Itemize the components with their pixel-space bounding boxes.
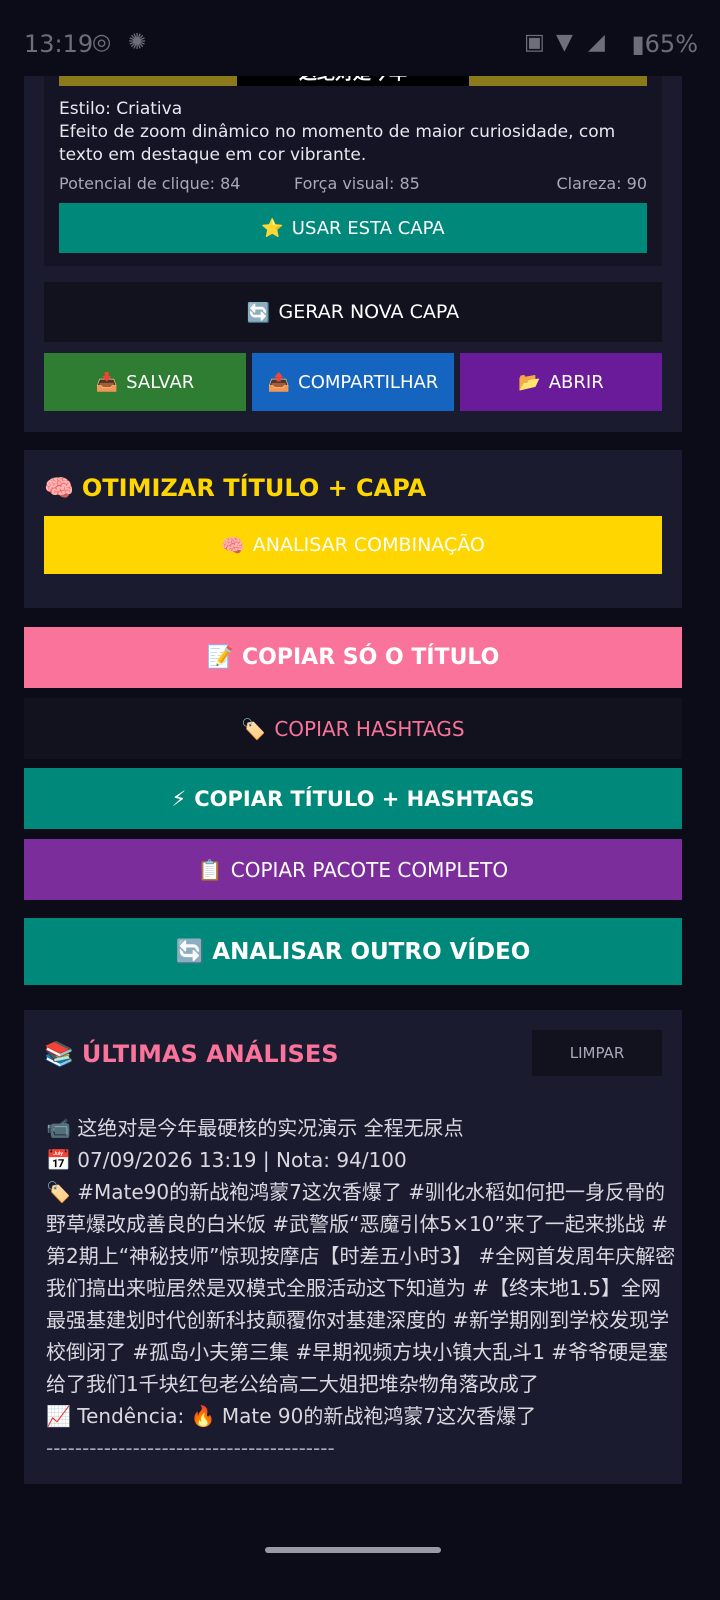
history-title: 📚 ÚLTIMAS ANÁLISES xyxy=(44,1040,339,1068)
copy-title-hashtags-button[interactable]: ⚡ COPIAR TÍTULO + HASHTAGS xyxy=(24,768,682,829)
wifi-icon: ▼ xyxy=(556,30,573,55)
bug-icon: ✺ xyxy=(128,30,147,55)
history-date-score: 📅 07/09/2026 13:19 | Nota: 94/100 xyxy=(46,1148,407,1172)
save-button[interactable]: 📥 SALVAR xyxy=(44,353,246,411)
optimize-section: 🧠 OTIMIZAR TÍTULO + CAPA 🧠 ANALISAR COMBIN… xyxy=(24,450,682,608)
thumbnail-text: 这绝对是今年 xyxy=(237,76,469,86)
analyze-combination-button[interactable]: 🧠 ANALISAR COMBINAÇÃO xyxy=(44,516,662,574)
generate-cover-button[interactable]: 🔄 GERAR NOVA CAPA xyxy=(44,282,662,342)
refresh-icon: 🔄 xyxy=(246,301,271,324)
memo-icon: 📝 xyxy=(206,645,235,670)
cover-style-label: Estilo: Criativa xyxy=(59,99,183,119)
video-camera-icon: 📹 xyxy=(46,1116,71,1140)
share-button[interactable]: 📤 COMPARTILHAR xyxy=(252,353,454,411)
status-bar: 13:19 ◎ ✺ ▣ ▼ ◢ ▮65% xyxy=(0,0,720,86)
copy-hashtags-button[interactable]: 🏷️ COPIAR HASHTAGS xyxy=(24,698,682,759)
history-trend: 📈 Tendência: 🔥 Mate 90的新战袍鸿蒙7这次香爆了 xyxy=(46,1404,537,1428)
history-separator: ---------------------------------------- xyxy=(46,1436,335,1460)
clear-history-button[interactable]: LIMPAR xyxy=(532,1030,662,1076)
clarity-score: Clareza: 90 xyxy=(556,174,647,193)
copy-title-button[interactable]: 📝 COPIAR SÓ O TÍTULO xyxy=(24,627,682,688)
whatsapp-icon: ◎ xyxy=(92,30,112,55)
optimize-title: 🧠 OTIMIZAR TÍTULO + CAPA xyxy=(44,474,427,502)
history-video-title: 📹 这绝对是今年最硬核的实况演示 全程无尿点 xyxy=(46,1116,464,1140)
gesture-bar[interactable] xyxy=(265,1547,441,1553)
star-icon: ⭐ xyxy=(261,217,284,239)
label-tag-icon: 🏷️ xyxy=(241,716,267,741)
open-button[interactable]: 📂 ABRIR xyxy=(460,353,662,411)
clock: 13:19 xyxy=(24,30,94,58)
battery-indicator: ▮65% xyxy=(631,30,698,58)
signal-icon: ◢ xyxy=(588,30,605,55)
history-hashtags: 🏷️ #Mate90的新战袍鸿蒙7这次香爆了 #驯化水稻如何把一身反骨的野草爆改… xyxy=(46,1180,676,1396)
cover-thumbnail[interactable]: 这绝对是今年 xyxy=(59,76,647,86)
brain-icon: 🧠 xyxy=(44,474,74,502)
inbox-tray-icon: 📥 xyxy=(95,371,119,393)
clipboard-icon: 📋 xyxy=(197,857,223,882)
label-tag-icon: 🏷️ xyxy=(46,1180,71,1204)
outbox-tray-icon: 📤 xyxy=(267,371,291,393)
visual-strength: Força visual: 85 xyxy=(294,174,420,193)
copy-full-package-button[interactable]: 📋 COPIAR PACOTE COMPLETO xyxy=(24,839,682,900)
refresh-icon: 🔄 xyxy=(175,939,205,965)
lightning-icon: ⚡ xyxy=(171,786,187,811)
nfc-icon: ▣ xyxy=(524,30,545,55)
brain-icon: 🧠 xyxy=(221,534,245,557)
cover-description: Efeito de zoom dinâmico no momento de ma… xyxy=(59,122,616,165)
use-cover-button[interactable]: ⭐ USAR ESTA CAPA xyxy=(59,203,647,253)
analyze-other-video-button[interactable]: 🔄 ANALISAR OUTRO VÍDEO xyxy=(24,918,682,985)
history-entry: 📹 这绝对是今年最硬核的实况演示 全程无尿点 📅 07/09/2026 13:1… xyxy=(46,1112,678,1464)
calendar-icon: 📅 xyxy=(46,1148,71,1172)
chart-increasing-icon: 📈 xyxy=(46,1404,71,1428)
folder-icon: 📂 xyxy=(518,371,541,393)
cover-section: 这绝对是今年 Estilo: Criativa Efeito de zoom d… xyxy=(24,76,682,432)
books-icon: 📚 xyxy=(44,1040,74,1068)
click-potential: Potencial de clique: 84 xyxy=(59,174,241,193)
